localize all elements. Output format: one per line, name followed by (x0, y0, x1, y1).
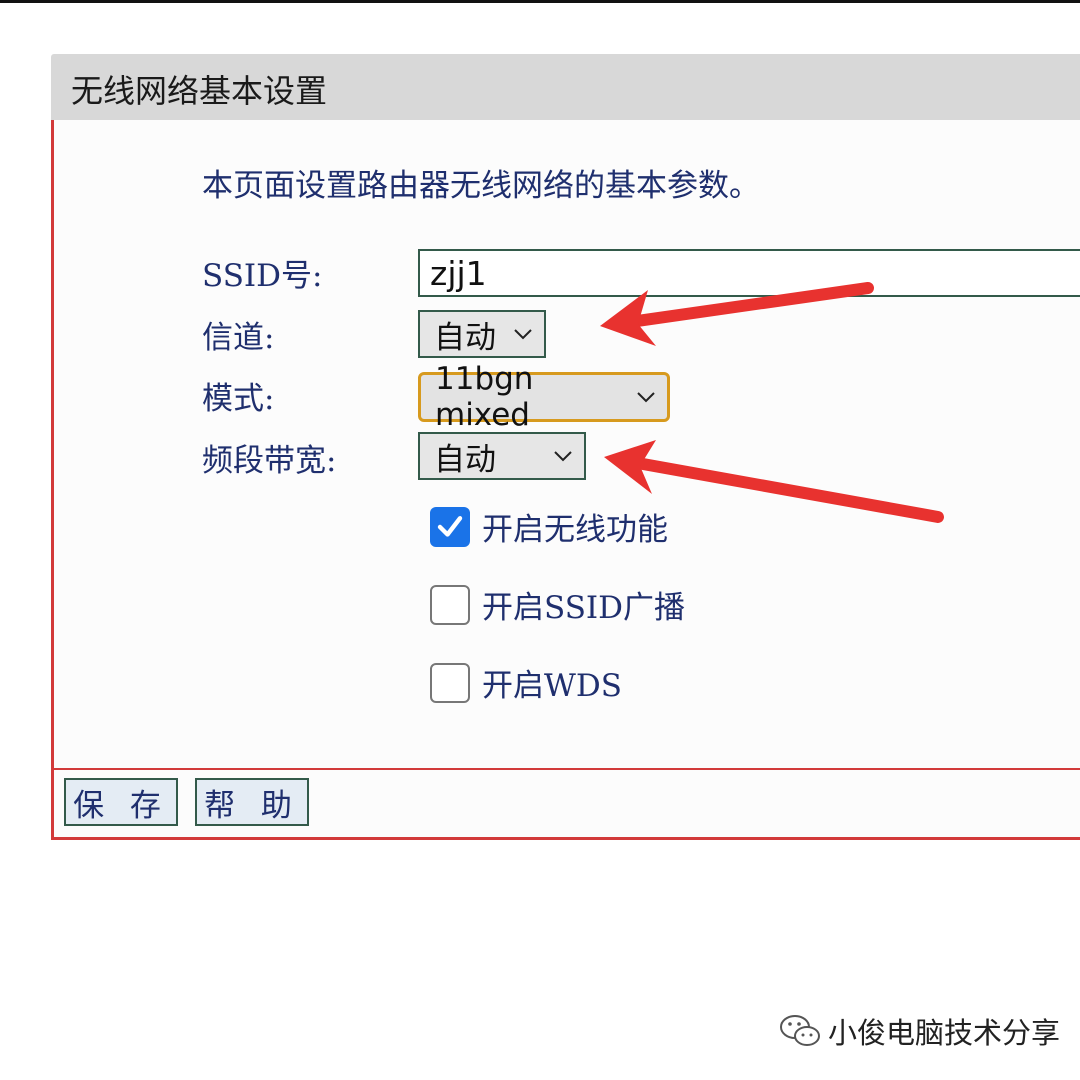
wechat-icon (780, 1015, 820, 1046)
watermark: 小俊电脑技术分享 (778, 1010, 1060, 1052)
page-title: 无线网络基本设置 (71, 72, 328, 110)
chevron-down-icon (554, 451, 572, 462)
bandwidth-select-value: 自动 (434, 441, 496, 478)
chevron-down-icon (637, 392, 655, 403)
watermark-text: 小俊电脑技术分享 (828, 1016, 1061, 1050)
bandwidth-label: 频段带宽: (202, 443, 337, 479)
enable-ssid-broadcast-label: 开启SSID广播 (482, 590, 686, 626)
chevron-down-icon (514, 329, 532, 340)
channel-select[interactable]: 自动 (418, 310, 546, 358)
panel-body: 本页面设置路由器无线网络的基本参数。 SSID号: 信道: 自动 模式: 11b… (51, 120, 1080, 840)
save-button[interactable]: 保 存 (64, 778, 178, 826)
wireless-settings-panel: 无线网络基本设置 本页面设置路由器无线网络的基本参数。 SSID号: 信道: 自… (51, 54, 1080, 840)
panel-footer: 保 存 帮 助 (54, 768, 1080, 840)
enable-wireless-checkbox[interactable] (430, 506, 470, 547)
page-description: 本页面设置路由器无线网络的基本参数。 (202, 168, 760, 204)
channel-label: 信道: (202, 320, 275, 356)
enable-wds-checkbox-row[interactable]: 开启WDS (430, 660, 622, 705)
top-border (0, 0, 1080, 3)
ssid-input[interactable] (418, 249, 1080, 297)
channel-select-value: 自动 (434, 319, 496, 356)
enable-wds-checkbox[interactable] (430, 662, 470, 703)
bandwidth-select[interactable]: 自动 (418, 432, 586, 480)
enable-wds-label: 开启WDS (482, 668, 622, 704)
mode-select[interactable]: 11bgn mixed (418, 361, 670, 433)
panel-header: 无线网络基本设置 (51, 54, 1080, 120)
enable-wireless-label: 开启无线功能 (482, 512, 668, 548)
mode-select-value: 11bgn mixed (435, 361, 534, 433)
mode-label: 模式: (202, 381, 275, 417)
ssid-label: SSID号: (202, 258, 323, 294)
help-button[interactable]: 帮 助 (195, 778, 309, 826)
enable-ssid-broadcast-checkbox-row[interactable]: 开启SSID广播 (430, 582, 685, 627)
checkmark-icon (437, 515, 463, 537)
enable-wireless-checkbox-row[interactable]: 开启无线功能 (430, 504, 668, 549)
enable-ssid-broadcast-checkbox[interactable] (430, 584, 470, 625)
